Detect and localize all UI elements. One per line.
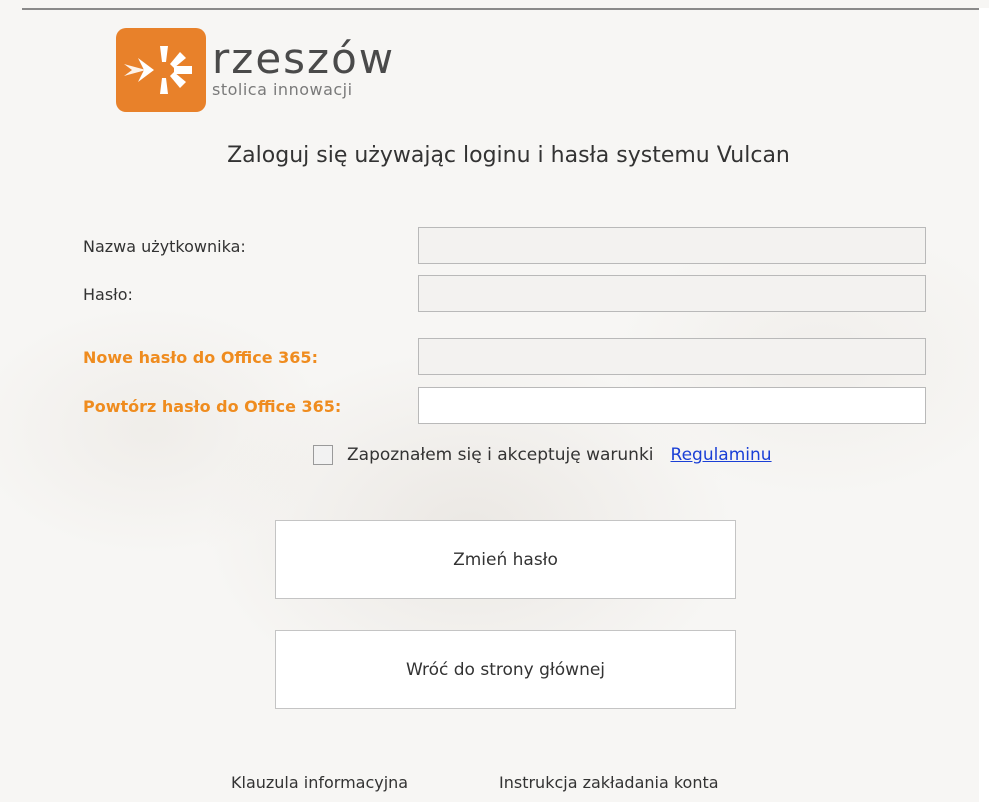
account-instructions-link[interactable]: Instrukcja zakładania konta: [499, 773, 719, 792]
username-field[interactable]: [418, 227, 926, 264]
username-label: Nazwa użytkownika:: [83, 237, 246, 256]
terms-consent-text: Zapoznałem się i akceptuję warunki: [347, 445, 654, 465]
brand-name: rzeszów: [212, 34, 396, 83]
new-password-field[interactable]: [418, 338, 926, 375]
password-label: Hasło:: [83, 285, 133, 304]
page-title: Zaloguj się używając loginu i hasła syst…: [227, 143, 790, 168]
window-right-margin: [979, 8, 989, 802]
logo-mark-icon: [116, 28, 206, 112]
repeat-password-field[interactable]: [418, 387, 926, 424]
info-clause-link[interactable]: Klauzula informacyjna: [231, 773, 408, 792]
back-to-home-button[interactable]: Wróć do strony głównej: [275, 630, 736, 709]
brand-logo: rzeszów stolica innowacji: [116, 28, 395, 112]
terms-consent: Zapoznałem się i akceptuję warunki Regul…: [313, 445, 772, 465]
repeat-password-label: Powtórz hasło do Office 365:: [83, 397, 342, 416]
window-top-border: [22, 8, 989, 10]
password-field[interactable]: [418, 275, 926, 312]
change-password-button[interactable]: Zmień hasło: [275, 520, 736, 599]
terms-checkbox[interactable]: [313, 445, 333, 465]
new-password-label: Nowe hasło do Office 365:: [83, 348, 318, 367]
terms-regulations-link[interactable]: Regulaminu: [671, 445, 772, 465]
